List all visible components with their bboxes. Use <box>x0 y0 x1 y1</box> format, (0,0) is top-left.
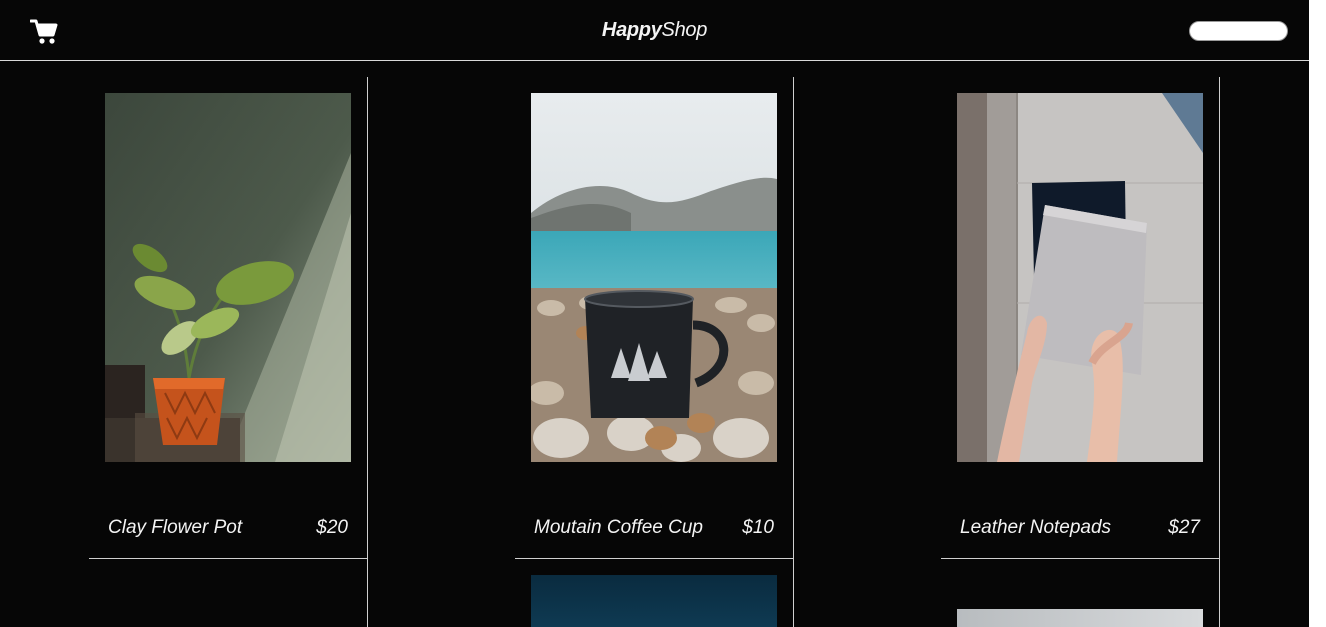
brand-logo[interactable]: HappyShop <box>0 19 1309 42</box>
card-divider <box>89 558 367 559</box>
dark-blue-photo <box>531 575 777 627</box>
scrollbar[interactable] <box>1309 0 1326 627</box>
header: HappyShop <box>0 0 1309 61</box>
brand-name-light: Shop <box>661 19 708 41</box>
column-divider <box>367 77 368 627</box>
product-name[interactable]: Clay Flower Pot <box>108 517 242 539</box>
product-name[interactable]: Leather Notepads <box>960 517 1111 539</box>
hands-holding-notepads-photo <box>957 93 1203 462</box>
column-divider <box>793 77 794 627</box>
product-image-next-row[interactable] <box>531 575 777 627</box>
product-image-moutain-coffee-cup[interactable] <box>531 93 777 462</box>
potted-plant-photo <box>105 93 351 462</box>
search-input[interactable] <box>1189 21 1288 41</box>
mug-on-beach-photo <box>531 93 777 462</box>
product-price: $20 <box>316 517 348 538</box>
product-image-leather-notepads[interactable] <box>957 93 1203 462</box>
brand-name-bold: Happy <box>601 19 662 41</box>
product-name[interactable]: Moutain Coffee Cup <box>534 517 703 539</box>
grey-photo <box>957 609 1203 627</box>
product-price: $10 <box>742 517 774 538</box>
card-divider <box>941 558 1219 559</box>
product-image-clay-flower-pot[interactable] <box>105 93 351 462</box>
product-image-next-row[interactable] <box>957 609 1203 627</box>
column-divider <box>1219 77 1220 627</box>
card-divider <box>515 558 793 559</box>
product-price: $27 <box>1168 517 1200 538</box>
page: HappyShop Clay Flower Pot $20 Moutain Co… <box>0 0 1309 627</box>
